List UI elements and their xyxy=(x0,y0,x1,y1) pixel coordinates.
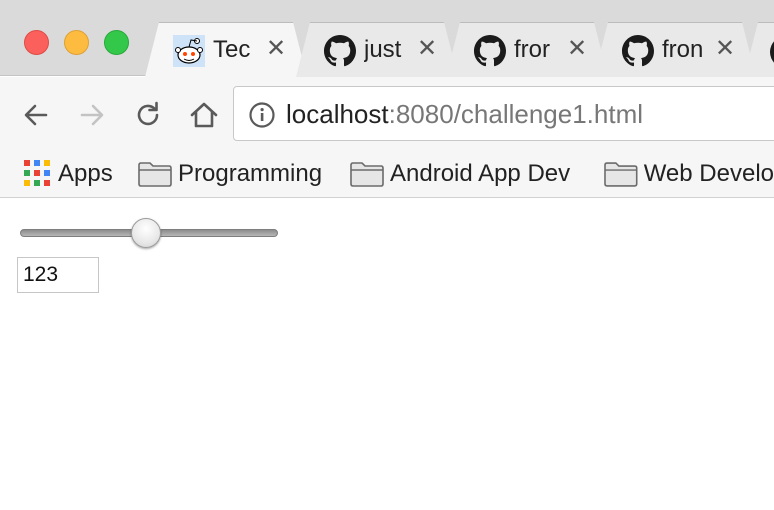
folder-icon xyxy=(138,162,172,187)
tab-close-icon[interactable]: ✕ xyxy=(564,36,590,62)
bookmarks-bar: Apps Programming Android App Dev Web Dev… xyxy=(0,153,774,198)
github-octocat-icon xyxy=(622,35,654,67)
window-close-button[interactable] xyxy=(24,30,49,55)
browser-toolbar: localhost:8080/challenge1.html xyxy=(0,77,774,153)
tab-title: fron xyxy=(662,36,704,63)
bookmark-label: Apps xyxy=(58,160,113,187)
tab-close-icon[interactable]: ✕ xyxy=(414,36,440,62)
reddit-alien-icon xyxy=(173,35,205,67)
range-slider[interactable] xyxy=(20,218,279,248)
folder-icon xyxy=(350,162,384,187)
github-octocat-icon xyxy=(770,36,774,68)
github-octocat-icon xyxy=(474,35,506,67)
bookmark-folder-programming[interactable]: Programming xyxy=(138,157,322,191)
tab-2[interactable]: fror ✕ xyxy=(446,22,608,77)
forward-arrow-icon[interactable] xyxy=(74,97,110,133)
bookmark-label: Programming xyxy=(178,160,323,187)
tab-close-icon[interactable]: ✕ xyxy=(263,36,289,62)
number-input[interactable] xyxy=(17,257,99,293)
folder-icon xyxy=(604,162,638,187)
bookmark-folder-web[interactable]: Web Develo xyxy=(604,157,774,191)
url-host: localhost xyxy=(286,99,389,129)
apps-grid-icon xyxy=(24,160,52,188)
bookmark-label: Android App Dev xyxy=(390,160,571,187)
url-text: localhost:8080/challenge1.html xyxy=(286,99,643,129)
reload-icon[interactable] xyxy=(130,97,166,133)
tab-strip: Tec ✕ just ✕ fror ✕ fron ✕ xyxy=(0,0,774,77)
home-icon[interactable] xyxy=(186,97,222,133)
bookmark-label: Web Develo xyxy=(643,160,774,187)
bookmark-apps[interactable]: Apps xyxy=(24,157,113,191)
tab-title: just xyxy=(364,36,402,63)
bookmark-folder-android[interactable]: Android App Dev xyxy=(350,157,570,191)
tab-3[interactable]: fron ✕ xyxy=(594,22,756,77)
tab-title: Tec xyxy=(213,36,251,63)
url-path: :8080/challenge1.html xyxy=(388,99,644,129)
github-octocat-icon xyxy=(324,35,356,67)
info-icon[interactable] xyxy=(248,101,276,129)
tab-close-icon[interactable]: ✕ xyxy=(712,36,738,62)
window-minimize-button[interactable] xyxy=(64,30,89,55)
address-bar[interactable]: localhost:8080/challenge1.html xyxy=(233,86,774,141)
back-arrow-icon[interactable] xyxy=(18,97,54,133)
window-maximize-button[interactable] xyxy=(104,30,129,55)
slider-thumb[interactable] xyxy=(131,218,161,248)
tab-1[interactable]: just ✕ xyxy=(296,22,458,77)
tab-0[interactable]: Tec ✕ xyxy=(145,22,307,77)
tab-title: fror xyxy=(514,36,550,63)
